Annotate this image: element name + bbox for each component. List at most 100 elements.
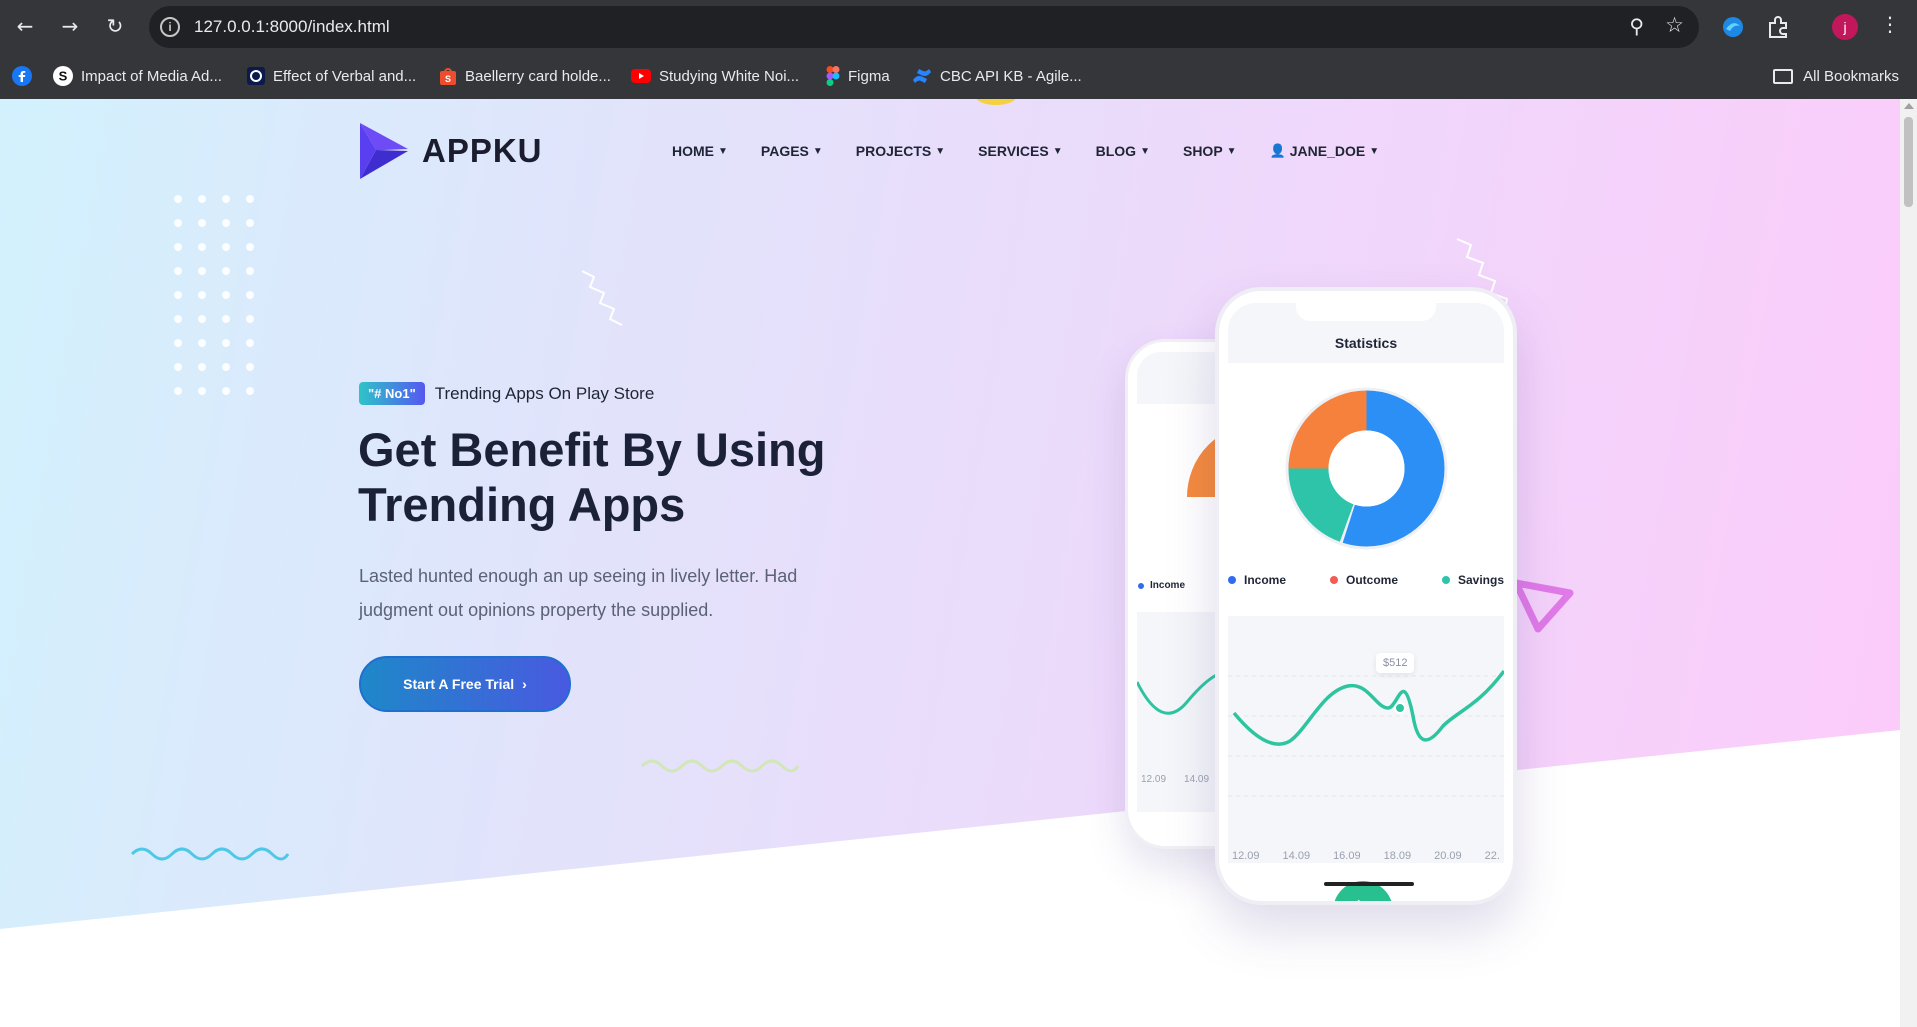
main-navigation: HOME ▼ PAGES ▼ PROJECTS ▼ SERVICES ▼ BLOG ▼ S… — [672, 143, 1412, 159]
svg-text:S: S — [445, 74, 451, 84]
statistics-title: Statistics — [1334, 335, 1398, 351]
legend-dot — [1441, 576, 1450, 584]
all-bookmarks-button[interactable]: All Bookmarks — [1773, 63, 1899, 89]
phone-notch — [1296, 301, 1436, 321]
cta-label: Start A Free Trial — [403, 676, 515, 692]
reload-icon[interactable]: ↻ — [100, 11, 130, 41]
x-label: 20.09 — [1434, 850, 1462, 862]
facebook-icon — [12, 66, 32, 86]
line-chart-area — [1228, 616, 1506, 863]
legend-dot — [1138, 582, 1144, 589]
zoom-icon[interactable]: ⚲ — [1629, 14, 1644, 38]
nav-label: HOME — [672, 143, 714, 159]
folder-icon — [1773, 68, 1794, 84]
url-text[interactable]: 127.0.0.1:8000/index.html — [194, 17, 390, 37]
nav-blog[interactable]: BLOG ▼ — [1096, 143, 1150, 159]
legend-label: Income — [1244, 573, 1287, 587]
address-bar[interactable]: i 127.0.0.1:8000/index.html ⚲ ☆ — [149, 6, 1699, 48]
bookmark-item[interactable]: S Impact of Media Ad... — [53, 63, 222, 89]
bookmark-item[interactable]: Figma — [826, 63, 890, 89]
nav-home[interactable]: HOME ▼ — [672, 143, 728, 159]
figma-icon — [826, 66, 840, 86]
paper-plane-icon: ➤ — [1355, 895, 1370, 901]
scroll-up-arrow-icon[interactable] — [1904, 103, 1914, 109]
chart-tooltip: $512 — [1376, 653, 1415, 673]
phone-mockup-front: Statistics Income Outcome Savings $512 1… — [1215, 287, 1517, 905]
profile-avatar[interactable]: j — [1832, 14, 1858, 40]
x-axis-labels: 12.09 14.09 16.09 18.09 20.09 22. — [1228, 850, 1504, 862]
page-scrollbar[interactable] — [1900, 99, 1917, 1027]
bookmark-star-icon[interactable]: ☆ — [1665, 13, 1684, 37]
nav-label: PROJECTS — [855, 143, 932, 159]
chevron-right-icon: › — [522, 676, 527, 692]
nav-label: BLOG — [1095, 143, 1137, 159]
back-arrow-icon[interactable]: ← — [10, 11, 40, 41]
x-label: 12.09 — [1141, 774, 1167, 785]
legend-label: Outcome — [1345, 573, 1398, 587]
x-label: 18.09 — [1383, 850, 1412, 862]
nav-label: SERVICES — [978, 143, 1049, 159]
all-bookmarks-label: All Bookmarks — [1803, 67, 1899, 85]
bookmark-label: Effect of Verbal and... — [273, 67, 417, 85]
nav-pages[interactable]: PAGES ▼ — [761, 143, 823, 159]
wave-decoration — [130, 847, 290, 861]
bookmark-item[interactable]: Effect of Verbal and... — [247, 63, 416, 89]
svg-text:S: S — [59, 69, 68, 84]
scrollbar-thumb[interactable] — [1904, 117, 1913, 207]
extensions-puzzle-icon[interactable] — [1765, 14, 1791, 40]
hero-description: Lasted hunted enough an up seeing in liv… — [359, 566, 798, 620]
nav-projects[interactable]: PROJECTS ▼ — [856, 143, 945, 159]
legend-item-income: Income — [1228, 573, 1286, 587]
circle-o-icon — [247, 67, 265, 85]
chevron-down-icon: ▼ — [1369, 145, 1380, 157]
legend-item-savings: Savings — [1441, 573, 1504, 587]
bookmark-item[interactable]: S Baellerry card holde... — [439, 63, 611, 89]
bookmark-item[interactable]: CBC API KB - Agile... — [912, 63, 1082, 89]
youtube-icon — [631, 69, 651, 83]
browser-chrome: ← → ↻ i 127.0.0.1:8000/index.html ⚲ ☆ j … — [0, 0, 1917, 99]
s-icon: S — [53, 66, 73, 86]
chevron-down-icon: ▼ — [718, 145, 728, 157]
bookmark-label: CBC API KB - Agile... — [940, 67, 1082, 85]
zigzag-decoration — [581, 270, 623, 326]
legend-item-outcome: Outcome — [1329, 573, 1398, 587]
chevron-down-icon: ▼ — [1226, 145, 1237, 157]
bookmark-facebook[interactable] — [12, 63, 32, 89]
x-label: 16.09 — [1333, 850, 1361, 862]
legend-label: Savings — [1457, 573, 1504, 587]
browser-menu-icon[interactable]: ⋮ — [1880, 12, 1900, 36]
bookmark-item[interactable]: Studying White Noi... — [631, 63, 799, 89]
legend-dot — [1329, 576, 1338, 584]
x-label: 22. — [1484, 850, 1500, 862]
site-logo[interactable]: APPKU — [358, 121, 543, 181]
nav-user-account[interactable]: 👤 JANE_DOE ▼ — [1270, 143, 1380, 159]
wave-decoration — [640, 759, 800, 773]
chevron-down-icon: ▼ — [1140, 145, 1150, 157]
dot-grid-decoration — [174, 195, 254, 395]
hero-title: Get Benefit By Using Trending Apps — [358, 422, 918, 532]
nav-shop[interactable]: SHOP ▼ — [1183, 143, 1237, 159]
site-info-icon[interactable]: i — [160, 17, 180, 37]
x-label: 14.09 — [1282, 850, 1311, 862]
nav-services[interactable]: SERVICES ▼ — [978, 143, 1062, 159]
forward-arrow-icon[interactable]: → — [55, 11, 85, 41]
triangle-decoration — [1512, 579, 1574, 633]
nav-label: PAGES — [760, 143, 809, 159]
start-free-trial-button[interactable]: Start A Free Trial › — [359, 656, 571, 712]
bookmarks-bar: S Impact of Media Ad... Effect of Verbal… — [0, 54, 1917, 99]
x-label: 14.09 — [1184, 774, 1210, 785]
x-axis-labels: 12.09 14.09 — [1141, 774, 1209, 785]
trending-badge-row: "# No1" Trending Apps On Play Store — [359, 382, 654, 405]
chevron-down-icon: ▼ — [812, 145, 823, 157]
edge-extension-icon[interactable] — [1720, 14, 1746, 40]
donut-chart — [1285, 387, 1448, 550]
logo-icon — [360, 123, 408, 179]
no1-badge: "# No1" — [359, 382, 425, 405]
badge-caption: Trending Apps On Play Store — [434, 383, 655, 403]
logo-text: APPKU — [422, 132, 543, 169]
browser-toolbar: ← → ↻ i 127.0.0.1:8000/index.html ⚲ ☆ j … — [0, 0, 1917, 54]
legend-label: Income — [1150, 580, 1186, 591]
chevron-down-icon: ▼ — [935, 145, 946, 157]
hero-title-line2: Trending Apps — [358, 478, 686, 531]
page-viewport: APPKU HOME ▼ PAGES ▼ PROJECTS ▼ SERVICES ▼ B… — [0, 99, 1900, 1027]
